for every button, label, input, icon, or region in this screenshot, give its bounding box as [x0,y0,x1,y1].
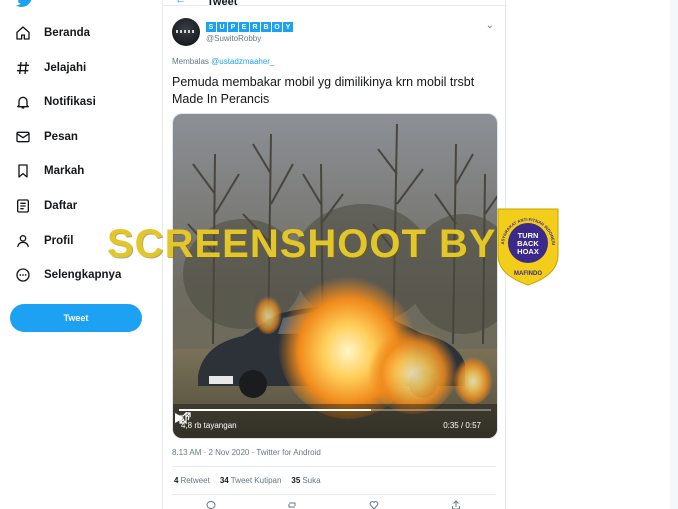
reply-prefix: Membalas [172,57,209,66]
retweet-icon[interactable] [287,500,297,509]
reply-context: Membalas @ustadzmaaher_ [172,57,274,66]
video-frame [173,114,497,438]
badge-line-3: HOAX [517,247,539,256]
video-controls: 4,8 rb tayangan 0:35 / 0:57 [173,412,497,438]
sidebar-item-label: Notifikasi [44,96,96,108]
like-count: 35 [291,476,301,485]
sidebar-item-label: Daftar [44,200,78,212]
mafindo-badge-logo: TURN BACK HOAX MASYARAKAT ANTI FITNAH IN… [492,205,559,286]
tweet-compose-button[interactable]: Tweet [10,304,142,332]
sidebar-item-label: Pesan [44,131,78,143]
fullscreen-icon[interactable] [179,412,191,424]
quote-tweet-count: 34 [219,476,229,485]
display-name-letter: U [217,22,227,32]
divider [172,466,496,467]
page-header: ← Tweet [163,0,507,8]
sidebar-item-selengkapnya[interactable]: Selengkapnya [10,262,121,288]
avatar[interactable] [172,18,200,46]
sidebar-item-profil[interactable]: Profil [10,228,73,254]
reply-icon[interactable] [206,500,216,509]
reply-to-link[interactable]: @ustadzmaaher_ [211,57,274,66]
sidebar-item-label: Beranda [44,27,91,39]
like-label: Suka [302,476,321,485]
sidebar-item-jelajahi[interactable]: Jelajahi [10,55,86,81]
list-icon [14,197,32,215]
share-icon[interactable] [451,500,461,509]
display-name[interactable]: SUPERBOY [206,22,293,32]
tweet-timestamp[interactable]: 8.13 AM · 2 Nov 2020 · Twitter for Andro… [172,448,321,457]
display-name-letter: Y [283,22,293,32]
hashtag-icon [14,59,32,77]
bell-icon [14,93,32,111]
engagement-stats: 4 Retweet 34 Tweet Kutipan 35 Suka [174,476,321,485]
sidebar-item-pesan[interactable]: Pesan [10,124,78,150]
page-title: Tweet [207,0,238,8]
display-name-letter: R [250,22,260,32]
sidebar-item-beranda[interactable]: Beranda [10,20,90,46]
tweet-text: Pemuda membakar mobil yg dimilikinya krn… [172,75,475,106]
retweet-count: 4 [174,476,179,485]
sidebar-item-daftar[interactable]: Daftar [10,193,77,219]
watermark-text: SCREENSHOOT BY [107,222,497,266]
profile-icon [14,232,32,250]
display-name-letter: B [261,22,271,32]
video-progress-fill [179,409,371,411]
right-panel-edge [670,0,678,509]
video-time: 0:35 / 0:57 [443,420,481,430]
like-icon[interactable] [369,500,379,509]
sidebar-item-notifikasi[interactable]: Notifikasi [10,89,96,115]
retweet-label: Retweet [180,476,210,485]
divider [172,494,496,495]
more-circle-icon [14,266,32,284]
sidebar-item-label: Profil [44,235,74,247]
home-icon [14,24,32,42]
sidebar-item-label: Selengkapnya [44,269,122,281]
video-player[interactable]: 4,8 rb tayangan 0:35 / 0:57 [172,113,498,439]
video-progress-bar[interactable] [179,409,491,411]
quote-tweet-label: Tweet Kutipan [230,476,282,485]
back-arrow-icon[interactable]: ← [175,0,186,6]
bookmark-icon [14,162,32,180]
user-handle[interactable]: @SuwitoRobby [206,34,261,43]
view-count: 4,8 rb tayangan [181,420,237,430]
mail-icon [14,128,32,146]
like-stat[interactable]: 35 Suka [291,476,320,485]
display-name-letter: P [228,22,238,32]
sidebar-item-label: Markah [44,165,85,177]
tweet-actions [163,500,507,509]
display-name-letter: O [272,22,282,32]
sidebar-item-markah[interactable]: Markah [10,158,84,184]
twitter-bird-icon[interactable] [14,0,36,8]
more-horizontal-icon[interactable]: ⌄ [486,20,495,31]
badge-bottom-text: MAFINDO [514,271,542,277]
sidebar-item-label: Jelajahi [44,62,87,74]
quote-tweet-stat[interactable]: 34 Tweet Kutipan [220,476,282,485]
display-name-letter: E [239,22,249,32]
display-name-letter: S [206,22,216,32]
retweet-stat[interactable]: 4 Retweet [174,476,210,485]
